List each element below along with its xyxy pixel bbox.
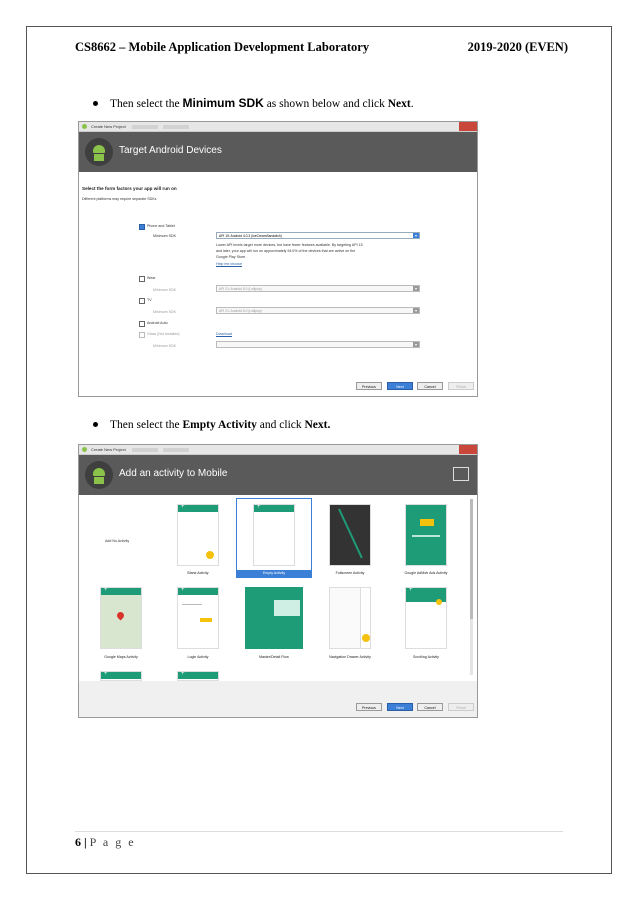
page-word: P a g e — [89, 835, 136, 849]
navigation-drawer-activity-label[interactable]: Navigation Drawer Activity — [312, 655, 388, 659]
activity-tile[interactable] — [100, 671, 142, 681]
tv-label: TV — [147, 298, 152, 302]
wizard-content: Select the form factors your app will ru… — [79, 172, 477, 396]
finish-button[interactable]: Finish — [448, 703, 474, 711]
fab-icon — [206, 551, 214, 559]
phone-tablet-label: Phone and Tablet — [147, 224, 175, 228]
wizard-banner: Target Android Devices — [79, 132, 477, 172]
android-logo-icon — [85, 461, 113, 489]
footer-rule — [75, 831, 563, 832]
empty-activity-label[interactable]: Empty Activity — [236, 570, 312, 577]
android-auto-checkbox[interactable] — [139, 321, 145, 327]
add-activity-screenshot: Create New Project Add an activity to Mo… — [78, 444, 478, 718]
wear-min-sdk-label: Minimum SDK — [153, 288, 176, 292]
banner-title: Add an activity to Mobile — [119, 468, 228, 479]
step-empty-activity: Then select the Empty Activity and click… — [93, 419, 330, 431]
login-activity-label[interactable]: Login Activity — [160, 655, 236, 659]
phone-tablet-checkbox[interactable] — [139, 224, 145, 230]
phone-min-sdk-label: Minimum SDK — [153, 234, 176, 238]
banner-title: Target Android Devices — [119, 145, 222, 156]
chevron-down-icon — [413, 342, 419, 347]
window-title: Create New Project — [91, 447, 126, 452]
help-me-choose-link[interactable]: Help me choose — [216, 262, 242, 266]
chevron-down-icon — [413, 286, 419, 291]
android-logo-icon — [85, 138, 113, 166]
course-title: CS8662 – Mobile Application Development … — [75, 40, 370, 54]
tv-checkbox[interactable] — [139, 298, 145, 304]
master-detail-flow-tile[interactable] — [245, 587, 303, 649]
navigation-drawer-activity-tile[interactable] — [329, 587, 371, 649]
map-pin-icon — [115, 610, 126, 621]
chevron-down-icon — [413, 308, 419, 313]
chevron-down-icon — [413, 233, 419, 238]
step-minimum-sdk: Then select the Minimum SDK as shown bel… — [93, 96, 414, 110]
cancel-button[interactable]: Cancel — [417, 382, 443, 390]
tv-min-sdk-label: Minimum SDK — [153, 310, 176, 314]
bullet-icon — [93, 100, 98, 106]
previous-button[interactable]: Previous — [356, 703, 382, 711]
android-studio-icon — [82, 447, 87, 452]
add-no-activity-label[interactable]: Add No Activity — [105, 539, 129, 543]
blank-activity-label[interactable]: Blank Activity — [160, 571, 236, 575]
close-icon[interactable] — [459, 122, 477, 131]
glass-min-sdk-label: Minimum SDK — [153, 344, 176, 348]
next-button[interactable]: Next — [387, 703, 413, 711]
blank-activity-tile[interactable] — [177, 504, 219, 566]
google-maps-activity-tile[interactable] — [100, 587, 142, 649]
wizard-banner: Add an activity to Mobile — [79, 455, 477, 495]
form-factor-heading: Select the form factors your app will ru… — [82, 186, 177, 191]
next-button[interactable]: Next — [387, 382, 413, 390]
activity-gallery: Add No Activity Blank Activity Empty Act… — [79, 495, 477, 681]
fullscreen-activity-label[interactable]: Fullscreen Activity — [312, 571, 388, 575]
scrolling-activity-tile[interactable] — [405, 587, 447, 649]
google-maps-activity-label[interactable]: Google Maps Activity — [83, 655, 159, 659]
sdk-info-line: Google Play Store. — [216, 255, 247, 259]
close-icon[interactable] — [459, 445, 477, 454]
fab-icon — [436, 599, 442, 605]
activity-tile[interactable] — [177, 671, 219, 681]
master-detail-flow-label[interactable]: Master/Detail Flow — [236, 655, 312, 659]
android-auto-label: Android Auto — [147, 321, 168, 325]
android-studio-icon — [82, 124, 87, 129]
phone-min-sdk-dropdown[interactable]: API 15: Android 4.0.3 (IceCreamSandwich) — [216, 232, 420, 239]
wear-label: Wear — [147, 276, 156, 280]
login-activity-tile[interactable] — [177, 587, 219, 649]
sdk-info-line: and later, your app will run on approxim… — [216, 249, 356, 253]
tv-min-sdk-dropdown[interactable]: API 21: Android 5.0 (Lollipop) — [216, 307, 420, 314]
previous-button[interactable]: Previous — [356, 382, 382, 390]
empty-activity-tile[interactable] — [253, 504, 295, 566]
fullscreen-activity-tile[interactable] — [329, 504, 371, 566]
window-titlebar: Create New Project — [79, 122, 477, 132]
download-link[interactable]: Download — [216, 332, 232, 336]
glass-label: Glass (Not Installed) — [147, 332, 180, 336]
glass-checkbox[interactable] — [139, 332, 145, 338]
wear-checkbox[interactable] — [139, 276, 145, 282]
sdk-info-line: Lower API levels target more devices, bu… — [216, 243, 363, 247]
admob-activity-label[interactable]: Google AdMob Ads Activity — [388, 571, 464, 575]
gallery-scrollbar[interactable] — [470, 499, 473, 675]
admob-activity-tile[interactable] — [405, 504, 447, 566]
window-titlebar: Create New Project — [79, 445, 477, 455]
layout-preview-icon — [453, 467, 469, 481]
academic-year: 2019-2020 (EVEN) — [467, 40, 568, 54]
page-footer: 6 | P a g e — [75, 835, 136, 849]
cancel-button[interactable]: Cancel — [417, 703, 443, 711]
finish-button[interactable]: Finish — [448, 382, 474, 390]
window-title: Create New Project — [91, 124, 126, 129]
wear-min-sdk-dropdown[interactable]: API 21: Android 5.0 (Lollipop) — [216, 285, 420, 292]
form-factor-subheading: Different platforms may require separate… — [82, 197, 157, 201]
scrolling-activity-label[interactable]: Scrolling Activity — [388, 655, 464, 659]
bullet-icon — [93, 421, 98, 427]
fab-icon — [362, 634, 370, 642]
glass-min-sdk-dropdown[interactable] — [216, 341, 420, 348]
target-devices-screenshot: Create New Project Target Android Device… — [78, 121, 478, 397]
